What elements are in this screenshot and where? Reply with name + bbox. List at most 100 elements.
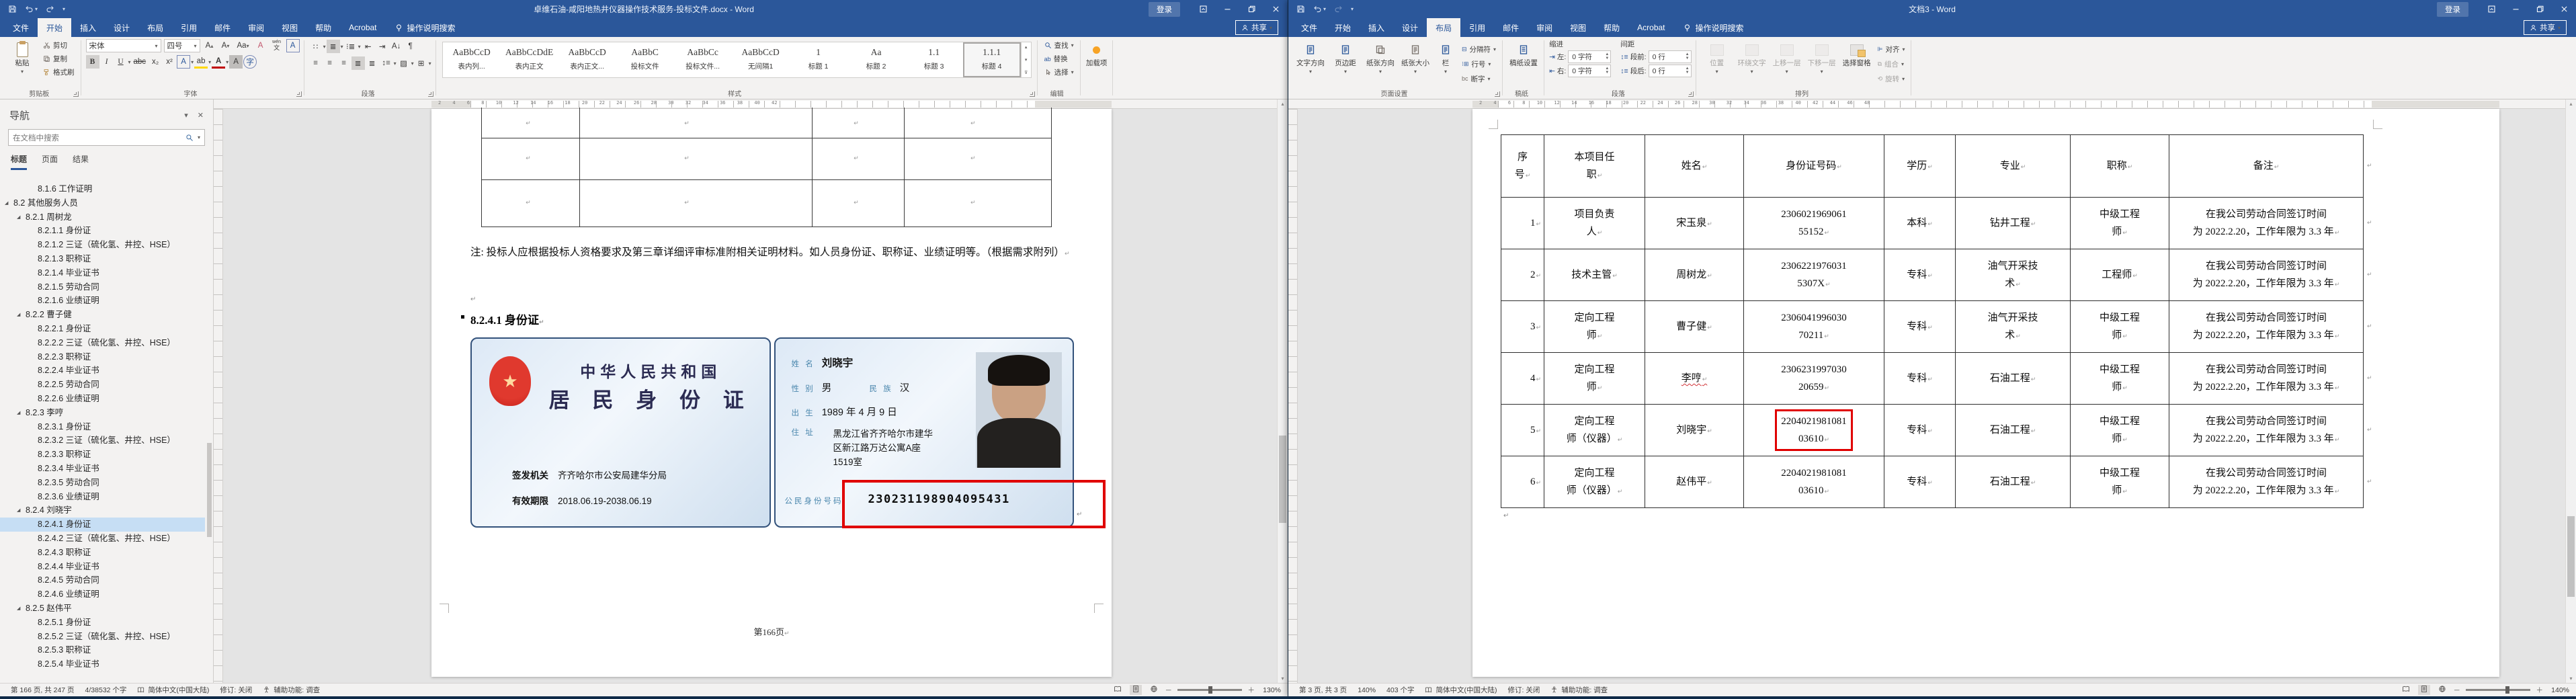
ribbon-tab[interactable]: 布局	[1427, 18, 1461, 37]
style-item[interactable]: AaBbCcD 无间隔1	[732, 42, 790, 77]
subscript-button[interactable]: x₂	[149, 55, 162, 69]
heading-item[interactable]: 8.2.4.2 三证（硫化氢、井控、HSE）	[0, 532, 205, 546]
shading-button[interactable]: ▨	[397, 56, 411, 70]
section-heading[interactable]: 8.2.4.1 身份证	[461, 311, 544, 327]
heading-item[interactable]: 8.2.2.3 职称证	[0, 350, 205, 364]
ribbon-tab[interactable]: 邮件	[206, 18, 239, 37]
save-icon[interactable]	[8, 5, 17, 13]
space-before-stepper[interactable]: ↕≡ 段前: 0 行 ▲ ▼	[1620, 50, 1692, 63]
word-count[interactable]: 4/38532 个字	[80, 685, 132, 695]
clipboard-dialog-launcher[interactable]	[73, 91, 79, 97]
orientation-button[interactable]: 纸张方向 ▾	[1364, 39, 1397, 89]
replace-button[interactable]: ab 替换	[1042, 52, 1076, 65]
character-border-button[interactable]: A	[286, 39, 300, 52]
nav-search-input[interactable]: 在文档中搜索 ▾	[8, 129, 205, 146]
bold-button[interactable]: B	[85, 55, 99, 69]
table-row[interactable]: 2 技术主管 周树龙 2306221976031 5307X 专科 油气开采技 …	[1501, 249, 2364, 301]
minimize-icon[interactable]	[2503, 0, 2528, 18]
vertical-ruler[interactable]	[214, 109, 223, 683]
document-page[interactable]: 注: 投标人应根据投标人资格要求及第三章详细评审标准附相关证明材料。如人员身份证…	[431, 108, 1112, 677]
heading-item[interactable]: 8.2.2.4 毕业证书	[0, 364, 205, 378]
ribbon-tab[interactable]: 引用	[172, 18, 206, 37]
heading-item[interactable]: 8.2.5.4 毕业证书	[0, 657, 205, 671]
numbering-button[interactable]: ≣	[326, 40, 340, 53]
document-page[interactable]: 序 号 本项目任 职 姓名 身份证号码 学历 专业 职称 备注	[1472, 109, 2499, 677]
align-right-button[interactable]: ≡	[337, 56, 351, 70]
increase-indent-button[interactable]: ⇥	[376, 40, 389, 53]
paragraph-dialog-launcher[interactable]	[427, 91, 433, 97]
paper-size-button[interactable]: 纸张大小 ▾	[1399, 39, 1431, 89]
zoom-percent[interactable]: 140%	[2549, 686, 2569, 694]
cut-button[interactable]: 剪切	[41, 39, 77, 52]
text-effects-button[interactable]: A	[177, 55, 191, 69]
zoom-in-icon[interactable]: ＋	[1248, 685, 1255, 695]
ribbon-tab[interactable]: 文件	[1292, 18, 1326, 37]
hyphenation-button[interactable]: bc 断字 ▾	[1460, 73, 1498, 85]
format-painter-button[interactable]: 格式刷	[41, 66, 77, 79]
italic-button[interactable]: I	[100, 55, 114, 69]
style-item[interactable]: AaBbCcDdE 表内正文	[501, 42, 558, 77]
page-setup-dialog-launcher[interactable]	[1495, 91, 1501, 97]
addins-button[interactable]: 加载项	[1085, 39, 1108, 89]
restore-icon[interactable]	[2528, 0, 2552, 18]
style-gallery-scroll[interactable]: ▴ ▾ ⊽	[1020, 42, 1031, 77]
undo-button[interactable]: ▾	[1313, 5, 1326, 13]
ribbon-tab[interactable]: 审阅	[1528, 18, 1561, 37]
customize-qat-icon[interactable]: ▾	[63, 6, 65, 12]
heading-item[interactable]: 8.2.2.5 劳动合同	[0, 378, 205, 392]
grid-settings-button[interactable]: 稿纸设置	[1507, 39, 1540, 89]
vertical-ruler[interactable]	[1288, 109, 1298, 683]
change-case-button[interactable]: Aa ▾	[235, 39, 251, 52]
print-layout-icon[interactable]	[2418, 685, 2431, 695]
nav-tab[interactable]: 页面	[42, 153, 58, 170]
heading-item[interactable]: 8.2.1.6 业绩证明	[0, 294, 205, 308]
align-left-button[interactable]: ≡	[309, 56, 323, 70]
ribbon-tab[interactable]: 引用	[1460, 18, 1494, 37]
space-after-stepper[interactable]: ↕≡ 段后: 0 行 ▲ ▼	[1620, 65, 1692, 77]
nav-close-icon[interactable]: ✕	[198, 111, 204, 120]
shrink-font-button[interactable]: A ▾	[219, 39, 233, 52]
paste-button[interactable]: 粘贴 ▾	[6, 39, 38, 89]
heading-item[interactable]: 8.2.3 李哼	[0, 406, 205, 421]
read-mode-icon[interactable]	[2400, 685, 2412, 695]
vertical-scrollbar[interactable]: ▴ ▾	[2565, 99, 2576, 683]
heading-item[interactable]: 8.2.5 赵伟平	[0, 602, 205, 616]
read-mode-icon[interactable]	[1112, 685, 1124, 695]
align-center-button[interactable]: ≡	[323, 56, 337, 70]
style-item[interactable]: Aa 标题 2	[847, 42, 905, 77]
search-options-caret[interactable]: ▾	[198, 134, 200, 140]
ribbon-options-icon[interactable]	[2479, 0, 2503, 18]
borders-button[interactable]: ⊞	[415, 56, 428, 70]
columns-button[interactable]: 栏 ▾	[1434, 39, 1457, 89]
search-icon[interactable]	[185, 134, 194, 142]
note-paragraph[interactable]: 注: 投标人应根据投标人资格要求及第三章详细评审标准附相关证明材料。如人员身份证…	[470, 241, 1077, 266]
table-row[interactable]: 3 定向工程 师 曹子健 2306041996030 70211 专科 油气开采…	[1501, 300, 2364, 353]
heading-item[interactable]: 8.2.3.3 职称证	[0, 448, 205, 462]
ribbon-tab[interactable]: 设计	[105, 18, 138, 37]
line-numbers-button[interactable]: ⁝⊞ 行号 ▾	[1460, 58, 1498, 71]
style-item[interactable]: AaBbC 投标文件	[616, 42, 674, 77]
copy-button[interactable]: 复制	[41, 52, 77, 65]
heading-item[interactable]: 8.2.3.6 业绩证明	[0, 490, 205, 504]
select-button[interactable]: 选择 ▾	[1042, 66, 1076, 79]
nav-tab[interactable]: 结果	[73, 153, 89, 170]
web-layout-icon[interactable]	[2436, 685, 2448, 695]
enclose-characters-button[interactable]: 字	[243, 55, 257, 69]
ribbon-tab[interactable]: 帮助	[1595, 18, 1628, 37]
heading-item[interactable]: 8.2.1.1 身份证	[0, 224, 205, 238]
ribbon-tab[interactable]: 插入	[1360, 18, 1393, 37]
heading-item[interactable]: 8.2.3.5 劳动合同	[0, 476, 205, 490]
selection-pane-button[interactable]: 选择窗格	[1841, 39, 1873, 89]
style-item[interactable]: AaBbCcD 表内列...	[443, 42, 501, 77]
heading-item[interactable]: 8.2.1.4 毕业证书	[0, 266, 205, 280]
ribbon-tab[interactable]: 帮助	[306, 18, 340, 37]
heading-item[interactable]: 8.2.5.2 三证（硫化氢、井控、HSE）	[0, 630, 205, 644]
ribbon-tab[interactable]: 视图	[1561, 18, 1595, 37]
heading-item[interactable]: 8.2.2.1 身份证	[0, 322, 205, 336]
heading-item[interactable]: 8.2.2.2 三证（硫化氢、井控、HSE）	[0, 336, 205, 350]
heading-item[interactable]: 8.2.3.4 毕业证书	[0, 462, 205, 476]
ribbon-tab[interactable]: Acrobat	[1628, 18, 1673, 37]
ribbon-tab[interactable]: 插入	[71, 18, 105, 37]
heading-item[interactable]: 8.2.5.1 身份证	[0, 616, 205, 630]
table-row[interactable]: 6 定向工程 师（仪器） 赵伟平 2204021981081 03610 专科 …	[1501, 456, 2364, 508]
